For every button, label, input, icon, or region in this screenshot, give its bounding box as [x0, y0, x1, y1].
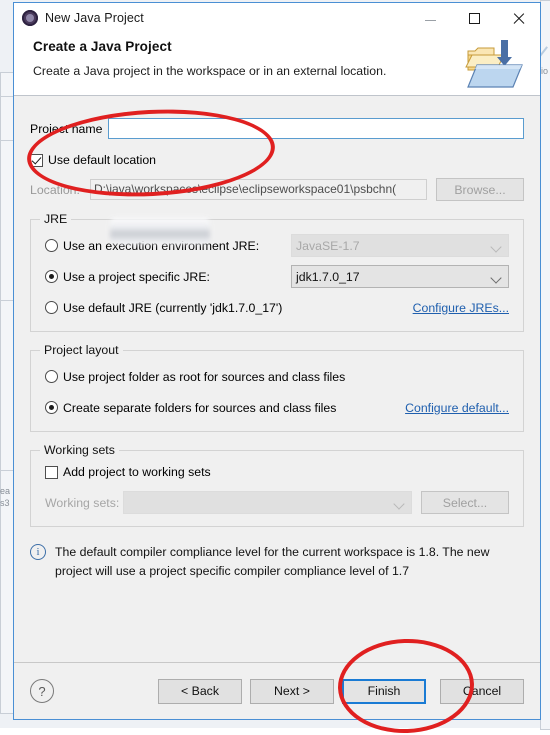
chevron-down-icon — [490, 241, 502, 253]
background-divider — [0, 140, 13, 141]
layout-separate-folders-row[interactable]: Create separate folders for sources and … — [45, 396, 509, 419]
working-sets-select — [123, 491, 412, 514]
dialog-content: Project name Use default location Locati… — [14, 96, 540, 662]
layout-separate-folders-label: Create separate folders for sources and … — [63, 400, 337, 415]
background-divider — [0, 96, 13, 97]
next-button[interactable]: Next > — [250, 678, 334, 704]
maximize-button[interactable] — [452, 3, 496, 33]
select-working-sets-button[interactable]: Select... — [421, 491, 509, 514]
info-line-1: The default compiler compliance level fo… — [55, 545, 490, 559]
add-to-working-sets-checkbox[interactable] — [45, 465, 58, 479]
chevron-down-icon — [393, 498, 405, 510]
add-to-working-sets-label: Add project to working sets — [63, 465, 211, 479]
info-message: i The default compiler compliance level … — [30, 543, 524, 583]
project-name-label: Project name — [30, 121, 103, 136]
background-divider — [0, 300, 13, 301]
jre-default-row[interactable]: Use default JRE (currently 'jdk1.7.0_17'… — [45, 296, 509, 319]
configure-jres-link[interactable]: Configure JREs... — [413, 301, 509, 315]
minimize-icon — [424, 20, 436, 21]
working-sets-label: Working sets: — [45, 495, 120, 510]
location-row: Location: D:\java\workspaces\eclipse\ecl… — [30, 178, 524, 201]
working-sets-row: Working sets: Select... — [45, 491, 509, 514]
project-name-row: Project name — [30, 118, 524, 139]
location-label: Location: — [30, 182, 80, 197]
working-sets-legend: Working sets — [40, 443, 119, 457]
jre-group-legend: JRE — [40, 212, 72, 226]
background-text: s3 — [0, 498, 10, 508]
jre-group: JRE Use an execution environment JRE: Ja… — [30, 212, 524, 332]
dialog-banner: Create a Java Project Create a Java proj… — [14, 33, 540, 96]
help-button[interactable]: ? — [30, 679, 54, 703]
location-input[interactable]: D:\java\workspaces\eclipse\eclipseworksp… — [90, 179, 427, 200]
execution-environment-select: JavaSE-1.7 — [291, 234, 509, 257]
project-jre-select[interactable]: jdk1.7.0_17 — [291, 265, 509, 288]
background-divider — [0, 470, 13, 471]
redaction-blur — [110, 218, 210, 244]
cancel-button[interactable]: Cancel — [440, 678, 524, 704]
chevron-down-icon — [490, 272, 502, 284]
close-icon — [512, 12, 525, 25]
project-jre-value: jdk1.7.0_17 — [296, 269, 360, 284]
background-panel-right — [540, 0, 550, 730]
use-default-location-label: Use default location — [48, 153, 157, 167]
add-to-working-sets-row[interactable]: Add project to working sets — [45, 465, 509, 479]
layout-project-folder-label: Use project folder as root for sources a… — [63, 369, 346, 384]
minimize-button[interactable] — [408, 3, 452, 33]
jre-default-radio[interactable] — [45, 301, 58, 314]
back-button[interactable]: < Back — [158, 678, 242, 704]
layout-separate-folders-radio[interactable] — [45, 401, 58, 414]
working-sets-group: Working sets Add project to working sets… — [30, 443, 524, 527]
layout-project-folder-row[interactable]: Use project folder as root for sources a… — [45, 365, 509, 388]
dialog-button-bar: ? < Back Next > Finish Cancel — [14, 662, 540, 719]
background-text: ea — [0, 486, 11, 496]
window-title: New Java Project — [45, 11, 144, 25]
info-line-2: project will use a project specific comp… — [55, 564, 410, 578]
maximize-icon — [468, 12, 480, 24]
jre-execution-environment-radio[interactable] — [45, 239, 58, 252]
java-project-icon — [22, 10, 38, 26]
configure-default-link[interactable]: Configure default... — [405, 401, 509, 415]
info-icon: i — [30, 544, 46, 560]
execution-environment-value: JavaSE-1.7 — [296, 238, 360, 253]
project-layout-legend: Project layout — [40, 343, 123, 357]
jre-project-specific-row[interactable]: Use a project specific JRE: jdk1.7.0_17 — [45, 265, 509, 288]
jre-default-label: Use default JRE (currently 'jdk1.7.0_17'… — [63, 300, 283, 315]
close-button[interactable] — [496, 3, 540, 33]
jre-project-specific-radio[interactable] — [45, 270, 58, 283]
project-name-input[interactable] — [108, 118, 524, 139]
background-edge-label: io — [541, 66, 549, 76]
title-bar: New Java Project — [14, 3, 540, 33]
use-default-location-row[interactable]: Use default location — [30, 153, 524, 167]
new-java-project-folder-icon — [465, 40, 523, 88]
finish-button[interactable]: Finish — [342, 678, 426, 704]
jre-project-specific-label: Use a project specific JRE: — [63, 269, 210, 284]
project-layout-group: Project layout Use project folder as roo… — [30, 343, 524, 432]
browse-button[interactable]: Browse... — [436, 178, 524, 201]
new-java-project-dialog: New Java Project Create a Java Project C… — [13, 2, 541, 720]
use-default-location-checkbox[interactable] — [30, 153, 43, 167]
info-message-text: The default compiler compliance level fo… — [55, 543, 489, 583]
layout-project-folder-radio[interactable] — [45, 370, 58, 383]
